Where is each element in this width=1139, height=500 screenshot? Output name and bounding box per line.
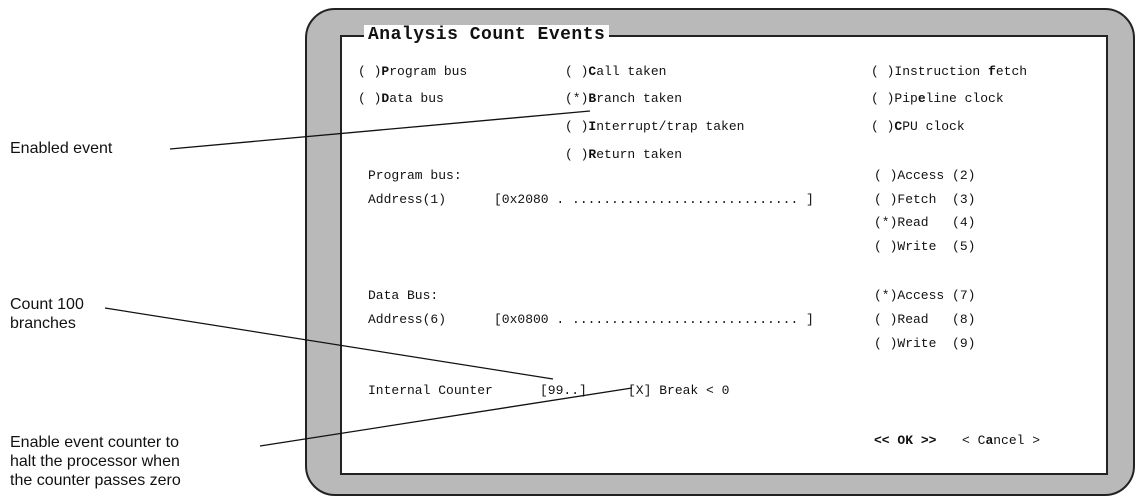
callout-leader-lines — [104, 110, 633, 447]
leader-enabled-event — [169, 110, 591, 150]
leader-enable-event-counter — [259, 387, 633, 447]
leader-count-branches — [104, 307, 554, 380]
